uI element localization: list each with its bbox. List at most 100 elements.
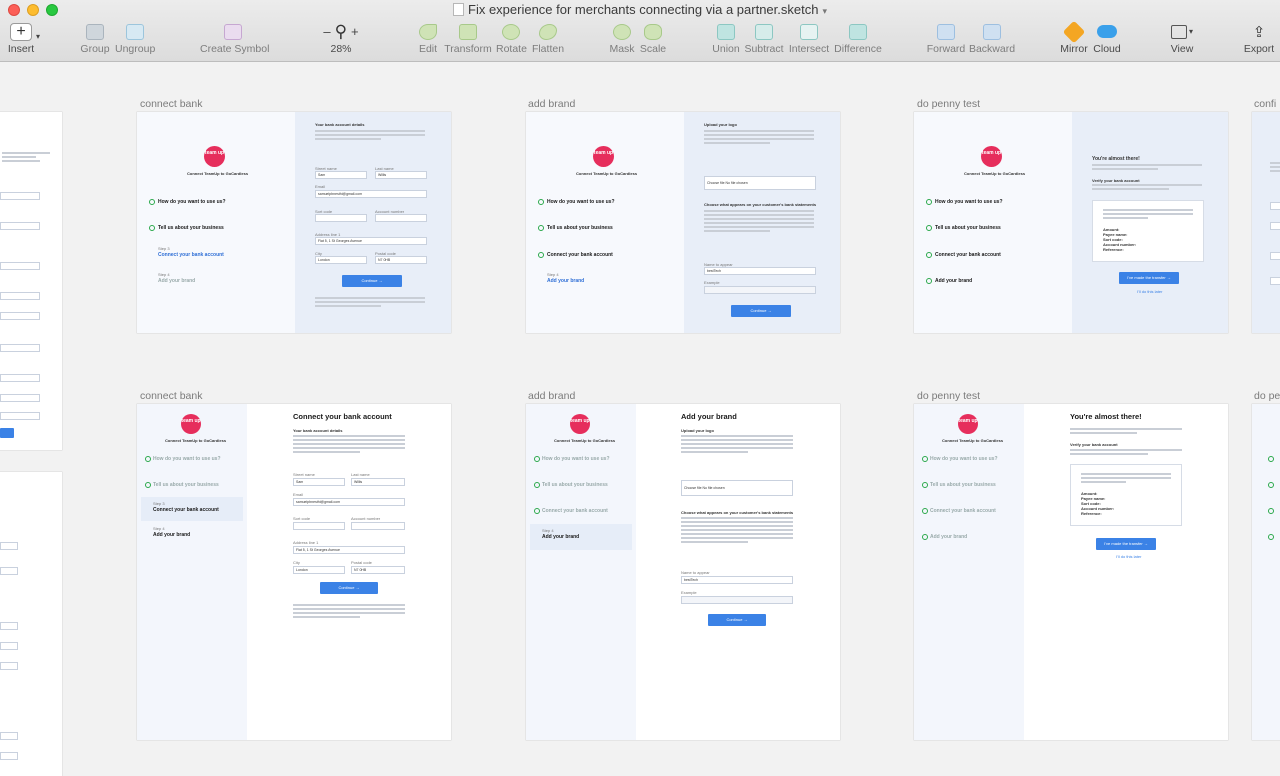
intersect-button[interactable]: Intersect [788, 22, 830, 55]
difference-button[interactable]: Difference [834, 22, 882, 55]
partial-field [0, 542, 18, 550]
postcode-field: N7 0HB [351, 566, 405, 574]
zoom-out-button[interactable]: – [323, 24, 330, 39]
cloud-button[interactable]: Cloud [1092, 22, 1122, 55]
artboard-label[interactable]: do penny test [917, 390, 980, 402]
artboard-right-pane [1252, 112, 1280, 333]
rotate-button[interactable]: Rotate [496, 22, 527, 55]
partial-field [1270, 252, 1280, 260]
artboard-confirm-partial[interactable] [1252, 112, 1280, 333]
artboard-partial-left-top[interactable] [0, 112, 62, 450]
step-title-active: Add your brand [542, 534, 580, 540]
mask-button[interactable]: Mask [608, 22, 636, 55]
artboard-label[interactable]: connect bank [140, 98, 202, 110]
artboard-label[interactable]: add brand [528, 98, 575, 110]
artboard-label[interactable]: do pe [1254, 390, 1280, 402]
artboard-connect-bank-1[interactable]: team up Connect TeamUp to GoCardless How… [137, 112, 451, 333]
artboard-left-pane [1252, 404, 1280, 740]
edit-button[interactable]: Edit [414, 22, 442, 55]
address-field: Flat 5, 1 St Georges Avenue [315, 237, 427, 245]
artboard-penny-partial[interactable] [1252, 404, 1280, 740]
sketch-document-icon [453, 3, 464, 16]
share-export-icon: ⇪ [1252, 23, 1266, 41]
artboard-label[interactable]: confi [1254, 98, 1276, 110]
artboard-label[interactable]: connect bank [140, 390, 202, 402]
connect-title: Connect TeamUp to GoCardless [942, 438, 1004, 443]
artboard-penny-test-2[interactable]: team up Connect TeamUp to GoCardless How… [914, 404, 1228, 740]
do-later-link: I'll do this later [1137, 289, 1163, 294]
artboard-partial-left-bottom[interactable] [0, 472, 62, 776]
union-button[interactable]: Union [710, 22, 742, 55]
artboard-add-brand-1[interactable]: team up Connect TeamUp to GoCardless How… [526, 112, 840, 333]
check-icon [926, 225, 932, 231]
difference-label: Difference [834, 43, 882, 55]
mirror-button[interactable]: Mirror [1058, 20, 1090, 55]
step-title: How do you want to use us? [930, 456, 998, 462]
section-title: Your bank account details [315, 122, 365, 127]
example-field [681, 596, 793, 604]
cloud-label: Cloud [1093, 43, 1121, 55]
last-name-field: Willis [375, 171, 427, 179]
check-icon [1268, 456, 1274, 462]
artboard-canvas[interactable]: connect bank add brand do penny test con… [0, 62, 1280, 776]
export-button[interactable]: ⇪ Export [1242, 22, 1276, 56]
teamup-logo: team up [958, 414, 978, 434]
field-label: Address line 1 [293, 540, 319, 545]
partial-field [0, 292, 40, 300]
subtract-button[interactable]: Subtract [744, 22, 784, 55]
partial-field [1270, 202, 1280, 210]
zoom-in-button[interactable]: + [351, 24, 359, 39]
partial-field [0, 412, 40, 420]
artboard-penny-test-1[interactable]: team up Connect TeamUp to GoCardless How… [914, 112, 1228, 333]
made-transfer-button: I've made the transfer → [1119, 272, 1179, 284]
scale-label: Scale [639, 43, 667, 55]
flatten-button[interactable]: Flatten [531, 22, 565, 55]
field-label: Email [315, 184, 326, 189]
group-icon [86, 23, 104, 40]
check-icon [1268, 482, 1274, 488]
continue-button: Continue → [320, 582, 378, 594]
step-title: How do you want to use us? [153, 456, 221, 462]
insert-button[interactable]: + Insert [6, 22, 40, 55]
step-number: Step 4 [153, 526, 165, 531]
backward-button[interactable]: Backward [968, 22, 1016, 55]
artboard-label[interactable]: do penny test [917, 98, 980, 110]
create-symbol-button[interactable]: Create Symbol [200, 22, 269, 55]
forward-button[interactable]: Forward [926, 22, 966, 55]
view-button[interactable]: ▾ View [1166, 22, 1198, 55]
group-button[interactable]: Group [80, 22, 110, 55]
step-title-active: Add your brand [547, 278, 585, 284]
edit-icon [419, 23, 437, 40]
step-title: Connect your bank account [547, 252, 613, 258]
partial-field [1270, 277, 1280, 285]
example-field [704, 286, 816, 294]
symbol-icon [224, 23, 242, 40]
section-title: Choose what appears on your customer's b… [704, 202, 817, 207]
file-chooser: Choose file No file chosen [704, 176, 816, 190]
teamup-logo: team up [593, 146, 614, 167]
mask-icon [613, 23, 631, 40]
step-title: Tell us about your business [935, 225, 1001, 231]
artboard-add-brand-2[interactable]: team up Connect TeamUp to GoCardless How… [526, 404, 840, 740]
page-heading: Add your brand [681, 412, 737, 421]
partial-field [1270, 222, 1280, 230]
section-title: Choose what appears on your customer's b… [681, 510, 794, 515]
section-title: Upload your logo [704, 122, 737, 127]
first-name-field: Sam [293, 478, 345, 486]
artboard-connect-bank-2[interactable]: team up Connect TeamUp to GoCardless How… [137, 404, 451, 740]
artboard-label[interactable]: add brand [528, 390, 575, 402]
subtract-label: Subtract [744, 43, 784, 55]
mirror-label: Mirror [1060, 43, 1088, 55]
scale-button[interactable]: Scale [639, 22, 667, 55]
check-icon [149, 199, 155, 205]
group-label: Group [80, 43, 110, 55]
check-icon [922, 534, 928, 540]
ungroup-button[interactable]: Ungroup [115, 22, 155, 55]
reference-label: Reference: [1103, 247, 1124, 252]
city-field: London [293, 566, 345, 574]
view-icon [1171, 24, 1187, 39]
transform-button[interactable]: Transform [444, 22, 492, 55]
intersect-label: Intersect [788, 43, 830, 55]
step-title: Tell us about your business [153, 482, 219, 488]
window-title[interactable]: Fix experience for merchants connecting … [0, 2, 1280, 19]
